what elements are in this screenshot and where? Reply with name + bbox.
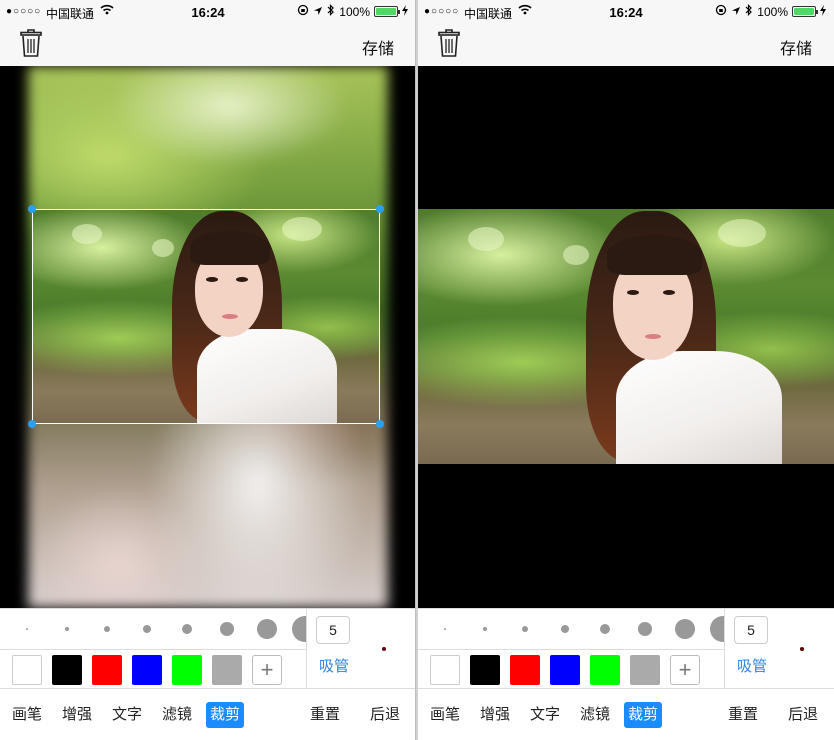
- eyedropper-button[interactable]: 吸管: [737, 655, 767, 676]
- brush-size-option[interactable]: [257, 619, 277, 639]
- bluetooth-icon: [745, 4, 753, 19]
- battery-icon: [374, 6, 400, 17]
- reset-button[interactable]: 重置: [728, 702, 758, 728]
- color-swatch-black[interactable]: [52, 655, 82, 685]
- phone-screen-right: ●○○○○ 中国联通 16:24 100% 存储 + 5 吸管 画笔 增强 文字…: [418, 0, 834, 740]
- color-swatch-gray[interactable]: [630, 655, 660, 685]
- color-swatch-green[interactable]: [590, 655, 620, 685]
- editing-canvas[interactable]: [0, 66, 415, 608]
- bottom-toolbar: 画笔 增强 文字 滤镜 裁剪 重置 后退: [418, 688, 834, 740]
- color-swatch-green[interactable]: [172, 655, 202, 685]
- nav-bar: 存储: [418, 24, 834, 66]
- add-color-button[interactable]: +: [670, 655, 700, 685]
- rotation-lock-icon: [297, 4, 309, 19]
- tab-crop[interactable]: 裁剪: [206, 702, 245, 728]
- status-right-group: 100%: [715, 4, 826, 19]
- battery-percent: 100%: [339, 4, 370, 19]
- location-icon: [731, 5, 741, 19]
- tool-panel: + 5 吸管: [0, 608, 415, 689]
- brush-preview-dot: [382, 647, 386, 651]
- status-bar: ●○○○○ 中国联通 16:24 100%: [418, 0, 834, 24]
- color-swatch-white[interactable]: [12, 655, 42, 685]
- brush-size-option[interactable]: [104, 626, 110, 632]
- charging-icon: [402, 4, 408, 19]
- brush-size-option[interactable]: [638, 622, 652, 636]
- tab-brush[interactable]: 画笔: [12, 702, 42, 728]
- brush-size-option[interactable]: [600, 624, 610, 634]
- tab-brush[interactable]: 画笔: [430, 702, 460, 728]
- tab-text[interactable]: 文字: [112, 702, 142, 728]
- location-icon: [313, 5, 323, 19]
- color-swatch-row: +: [418, 649, 724, 689]
- size-panel: 5 吸管: [724, 609, 834, 689]
- bottom-toolbar: 画笔 增强 文字 滤镜 裁剪 重置 后退: [0, 688, 415, 740]
- bluetooth-icon: [327, 4, 335, 19]
- brush-size-row: [0, 609, 306, 649]
- status-right-group: 100%: [297, 4, 408, 19]
- brush-size-option[interactable]: [143, 625, 151, 633]
- cropped-photo: [418, 209, 834, 464]
- brush-size-value[interactable]: 5: [316, 616, 350, 644]
- color-swatch-gray[interactable]: [212, 655, 242, 685]
- phone-screen-left: ●○○○○ 中国联通 16:24 100% 存储 + 5 吸管 画笔 增强 文字…: [0, 0, 416, 740]
- status-bar: ●○○○○ 中国联通 16:24 100%: [0, 0, 415, 24]
- brush-size-option[interactable]: [65, 627, 69, 631]
- crop-handle-bottom-left[interactable]: [28, 420, 36, 428]
- color-swatch-red[interactable]: [92, 655, 122, 685]
- tool-panel: + 5 吸管: [418, 608, 834, 689]
- rotation-lock-icon: [715, 4, 727, 19]
- undo-button[interactable]: 后退: [370, 702, 400, 728]
- brush-size-option[interactable]: [292, 616, 306, 642]
- brush-size-option[interactable]: [483, 627, 487, 631]
- trash-icon[interactable]: [20, 29, 42, 62]
- size-panel: 5 吸管: [306, 609, 415, 689]
- add-color-button[interactable]: +: [252, 655, 282, 685]
- reset-button[interactable]: 重置: [310, 702, 340, 728]
- tab-crop[interactable]: 裁剪: [624, 702, 663, 728]
- color-swatch-black[interactable]: [470, 655, 500, 685]
- battery-icon: [792, 6, 818, 17]
- trash-icon[interactable]: [438, 29, 460, 62]
- brush-size-option[interactable]: [710, 616, 724, 642]
- brush-size-option[interactable]: [675, 619, 695, 639]
- color-swatch-row: +: [0, 649, 306, 689]
- tab-enhance[interactable]: 增强: [480, 702, 510, 728]
- tab-filter[interactable]: 滤镜: [162, 702, 192, 728]
- tab-text[interactable]: 文字: [530, 702, 560, 728]
- crop-handle-top-right[interactable]: [376, 205, 384, 213]
- brush-preview-dot: [800, 647, 804, 651]
- nav-bar: 存储: [0, 24, 415, 66]
- color-swatch-blue[interactable]: [550, 655, 580, 685]
- brush-size-option[interactable]: [444, 628, 446, 630]
- save-button[interactable]: 存储: [362, 35, 394, 59]
- tab-enhance[interactable]: 增强: [62, 702, 92, 728]
- crop-handle-top-left[interactable]: [28, 205, 36, 213]
- brush-size-row: [418, 609, 724, 649]
- crop-frame[interactable]: [28, 205, 384, 428]
- brush-size-value[interactable]: 5: [734, 616, 768, 644]
- color-swatch-blue[interactable]: [132, 655, 162, 685]
- brush-size-option[interactable]: [561, 625, 569, 633]
- editing-canvas[interactable]: [418, 66, 834, 608]
- save-button[interactable]: 存储: [780, 35, 812, 59]
- tab-filter[interactable]: 滤镜: [580, 702, 610, 728]
- battery-percent: 100%: [757, 4, 788, 19]
- color-swatch-white[interactable]: [430, 655, 460, 685]
- eyedropper-button[interactable]: 吸管: [319, 655, 349, 676]
- color-swatch-red[interactable]: [510, 655, 540, 685]
- undo-button[interactable]: 后退: [788, 702, 818, 728]
- crop-handle-bottom-right[interactable]: [376, 420, 384, 428]
- charging-icon: [820, 4, 826, 19]
- brush-size-option[interactable]: [182, 624, 192, 634]
- brush-size-option[interactable]: [522, 626, 528, 632]
- brush-size-option[interactable]: [26, 628, 28, 630]
- brush-size-option[interactable]: [220, 622, 234, 636]
